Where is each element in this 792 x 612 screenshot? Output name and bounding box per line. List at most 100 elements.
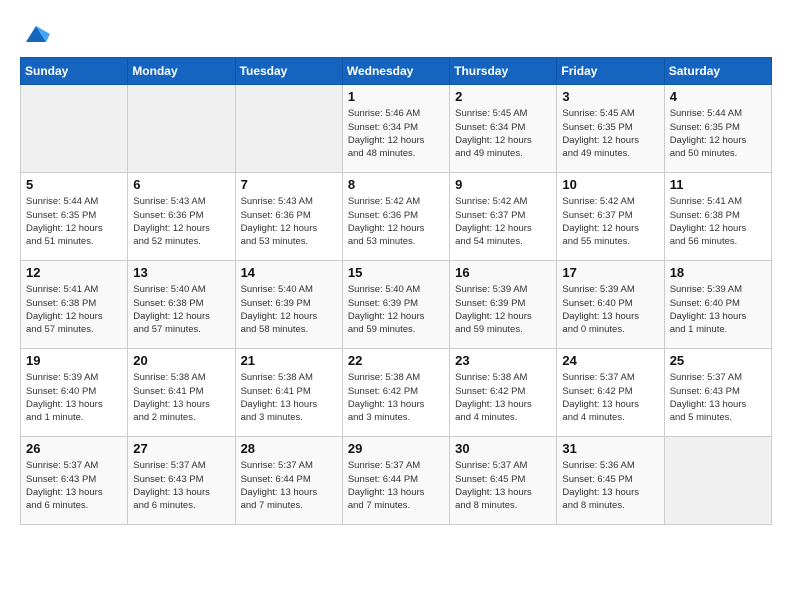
- page-header: [20, 20, 772, 41]
- day-number: 17: [562, 265, 658, 280]
- calendar-cell: 15Sunrise: 5:40 AM Sunset: 6:39 PM Dayli…: [342, 261, 449, 349]
- cell-info: Sunrise: 5:37 AM Sunset: 6:44 PM Dayligh…: [348, 459, 444, 512]
- day-number: 3: [562, 89, 658, 104]
- calendar-cell: 7 Sunrise: 5:43 AM Sunset: 6:36 PM Daylig…: [235, 173, 342, 261]
- calendar-cell: 9Sunrise: 5:42 AM Sunset: 6:37 PM Daylig…: [450, 173, 557, 261]
- calendar-cell: 26Sunrise: 5:37 AM Sunset: 6:43 PM Dayli…: [21, 437, 128, 525]
- day-number: 22: [348, 353, 444, 368]
- cell-info: Sunrise: 5:43 AM Sunset: 6:36 PM Dayligh…: [241, 195, 337, 248]
- day-number: 23: [455, 353, 551, 368]
- day-number: 29: [348, 441, 444, 456]
- cell-info: Sunrise: 5:45 AM Sunset: 6:35 PM Dayligh…: [562, 107, 658, 160]
- calendar-cell: 17 Sunrise: 5:39 AM Sunset: 6:40 PM Dayli…: [557, 261, 664, 349]
- day-number: 9: [455, 177, 551, 192]
- day-of-week-header: Tuesday: [235, 58, 342, 85]
- cell-info: Sunrise: 5:38 AM Sunset: 6:41 PM Dayligh…: [241, 371, 337, 424]
- day-number: 25: [670, 353, 766, 368]
- calendar-cell: 21 Sunrise: 5:38 AM Sunset: 6:41 PM Dayli…: [235, 349, 342, 437]
- cell-info: Sunrise: 5:37 AM Sunset: 6:43 PM Dayligh…: [670, 371, 766, 424]
- day-number: 16: [455, 265, 551, 280]
- cell-info: Sunrise: 5:37 AM Sunset: 6:44 PM Dayligh…: [241, 459, 337, 512]
- calendar-cell: 16 Sunrise: 5:39 AM Sunset: 6:39 PM Dayli…: [450, 261, 557, 349]
- cell-info: Sunrise: 5:36 AM Sunset: 6:45 PM Dayligh…: [562, 459, 658, 512]
- calendar-cell: 2 Sunrise: 5:45 AM Sunset: 6:34 PM Daylig…: [450, 85, 557, 173]
- cell-info: Sunrise: 5:41 AM Sunset: 6:38 PM Dayligh…: [670, 195, 766, 248]
- cell-info: Sunrise: 5:44 AM Sunset: 6:35 PM Dayligh…: [26, 195, 122, 248]
- cell-info: Sunrise: 5:46 AM Sunset: 6:34 PM Dayligh…: [348, 107, 444, 160]
- logo-icon: [22, 24, 50, 44]
- cell-info: Sunrise: 5:38 AM Sunset: 6:42 PM Dayligh…: [455, 371, 551, 424]
- cell-info: Sunrise: 5:39 AM Sunset: 6:40 PM Dayligh…: [26, 371, 122, 424]
- day-number: 19: [26, 353, 122, 368]
- day-number: 21: [241, 353, 337, 368]
- day-number: 2: [455, 89, 551, 104]
- cell-info: Sunrise: 5:40 AM Sunset: 6:39 PM Dayligh…: [241, 283, 337, 336]
- calendar-header-row: SundayMondayTuesdayWednesdayThursdayFrid…: [21, 58, 772, 85]
- day-number: 5: [26, 177, 122, 192]
- day-of-week-header: Thursday: [450, 58, 557, 85]
- calendar-cell: 4Sunrise: 5:44 AM Sunset: 6:35 PM Daylig…: [664, 85, 771, 173]
- cell-info: Sunrise: 5:45 AM Sunset: 6:34 PM Dayligh…: [455, 107, 551, 160]
- day-number: 8: [348, 177, 444, 192]
- calendar-cell: 12 Sunrise: 5:41 AM Sunset: 6:38 PM Dayli…: [21, 261, 128, 349]
- cell-info: Sunrise: 5:41 AM Sunset: 6:38 PM Dayligh…: [26, 283, 122, 336]
- cell-info: Sunrise: 5:42 AM Sunset: 6:36 PM Dayligh…: [348, 195, 444, 248]
- calendar-cell: 31 Sunrise: 5:36 AM Sunset: 6:45 PM Dayli…: [557, 437, 664, 525]
- calendar-cell: 28 Sunrise: 5:37 AM Sunset: 6:44 PM Dayli…: [235, 437, 342, 525]
- calendar-cell: 10 Sunrise: 5:42 AM Sunset: 6:37 PM Dayli…: [557, 173, 664, 261]
- day-number: 1: [348, 89, 444, 104]
- logo-text: [20, 20, 50, 45]
- day-number: 20: [133, 353, 229, 368]
- cell-info: Sunrise: 5:40 AM Sunset: 6:38 PM Dayligh…: [133, 283, 229, 336]
- calendar-week-row: 19 Sunrise: 5:39 AM Sunset: 6:40 PM Dayli…: [21, 349, 772, 437]
- day-number: 12: [26, 265, 122, 280]
- cell-info: Sunrise: 5:38 AM Sunset: 6:42 PM Dayligh…: [348, 371, 444, 424]
- cell-info: Sunrise: 5:39 AM Sunset: 6:40 PM Dayligh…: [670, 283, 766, 336]
- calendar-cell: [21, 85, 128, 173]
- day-number: 11: [670, 177, 766, 192]
- calendar-cell: 20 Sunrise: 5:38 AM Sunset: 6:41 PM Dayli…: [128, 349, 235, 437]
- calendar-cell: 1 Sunrise: 5:46 AM Sunset: 6:34 PM Daylig…: [342, 85, 449, 173]
- calendar-cell: [128, 85, 235, 173]
- calendar-week-row: 5 Sunrise: 5:44 AM Sunset: 6:35 PM Daylig…: [21, 173, 772, 261]
- cell-info: Sunrise: 5:44 AM Sunset: 6:35 PM Dayligh…: [670, 107, 766, 160]
- calendar-cell: 23 Sunrise: 5:38 AM Sunset: 6:42 PM Dayli…: [450, 349, 557, 437]
- calendar-cell: 27 Sunrise: 5:37 AM Sunset: 6:43 PM Dayli…: [128, 437, 235, 525]
- calendar-cell: 18 Sunrise: 5:39 AM Sunset: 6:40 PM Dayli…: [664, 261, 771, 349]
- calendar-cell: [235, 85, 342, 173]
- calendar-cell: 3 Sunrise: 5:45 AM Sunset: 6:35 PM Daylig…: [557, 85, 664, 173]
- calendar-cell: 22 Sunrise: 5:38 AM Sunset: 6:42 PM Dayli…: [342, 349, 449, 437]
- day-number: 7: [241, 177, 337, 192]
- calendar-week-row: 1 Sunrise: 5:46 AM Sunset: 6:34 PM Daylig…: [21, 85, 772, 173]
- day-number: 13: [133, 265, 229, 280]
- calendar-cell: 29 Sunrise: 5:37 AM Sunset: 6:44 PM Dayli…: [342, 437, 449, 525]
- calendar-cell: 11 Sunrise: 5:41 AM Sunset: 6:38 PM Dayli…: [664, 173, 771, 261]
- calendar-cell: 19 Sunrise: 5:39 AM Sunset: 6:40 PM Dayli…: [21, 349, 128, 437]
- day-of-week-header: Saturday: [664, 58, 771, 85]
- cell-info: Sunrise: 5:39 AM Sunset: 6:40 PM Dayligh…: [562, 283, 658, 336]
- cell-info: Sunrise: 5:43 AM Sunset: 6:36 PM Dayligh…: [133, 195, 229, 248]
- cell-info: Sunrise: 5:38 AM Sunset: 6:41 PM Dayligh…: [133, 371, 229, 424]
- calendar-cell: 30 Sunrise: 5:37 AM Sunset: 6:45 PM Dayli…: [450, 437, 557, 525]
- day-number: 18: [670, 265, 766, 280]
- cell-info: Sunrise: 5:42 AM Sunset: 6:37 PM Dayligh…: [562, 195, 658, 248]
- cell-info: Sunrise: 5:37 AM Sunset: 6:43 PM Dayligh…: [133, 459, 229, 512]
- cell-info: Sunrise: 5:39 AM Sunset: 6:39 PM Dayligh…: [455, 283, 551, 336]
- day-number: 10: [562, 177, 658, 192]
- day-number: 28: [241, 441, 337, 456]
- calendar-cell: 14 Sunrise: 5:40 AM Sunset: 6:39 PM Dayli…: [235, 261, 342, 349]
- calendar-cell: 8 Sunrise: 5:42 AM Sunset: 6:36 PM Daylig…: [342, 173, 449, 261]
- calendar-cell: 25 Sunrise: 5:37 AM Sunset: 6:43 PM Dayli…: [664, 349, 771, 437]
- day-number: 27: [133, 441, 229, 456]
- cell-info: Sunrise: 5:40 AM Sunset: 6:39 PM Dayligh…: [348, 283, 444, 336]
- day-number: 31: [562, 441, 658, 456]
- day-number: 6: [133, 177, 229, 192]
- calendar-table: SundayMondayTuesdayWednesdayThursdayFrid…: [20, 57, 772, 525]
- calendar-cell: 5 Sunrise: 5:44 AM Sunset: 6:35 PM Daylig…: [21, 173, 128, 261]
- calendar-cell: 24Sunrise: 5:37 AM Sunset: 6:42 PM Dayli…: [557, 349, 664, 437]
- day-of-week-header: Friday: [557, 58, 664, 85]
- day-number: 30: [455, 441, 551, 456]
- day-of-week-header: Monday: [128, 58, 235, 85]
- day-number: 14: [241, 265, 337, 280]
- cell-info: Sunrise: 5:37 AM Sunset: 6:45 PM Dayligh…: [455, 459, 551, 512]
